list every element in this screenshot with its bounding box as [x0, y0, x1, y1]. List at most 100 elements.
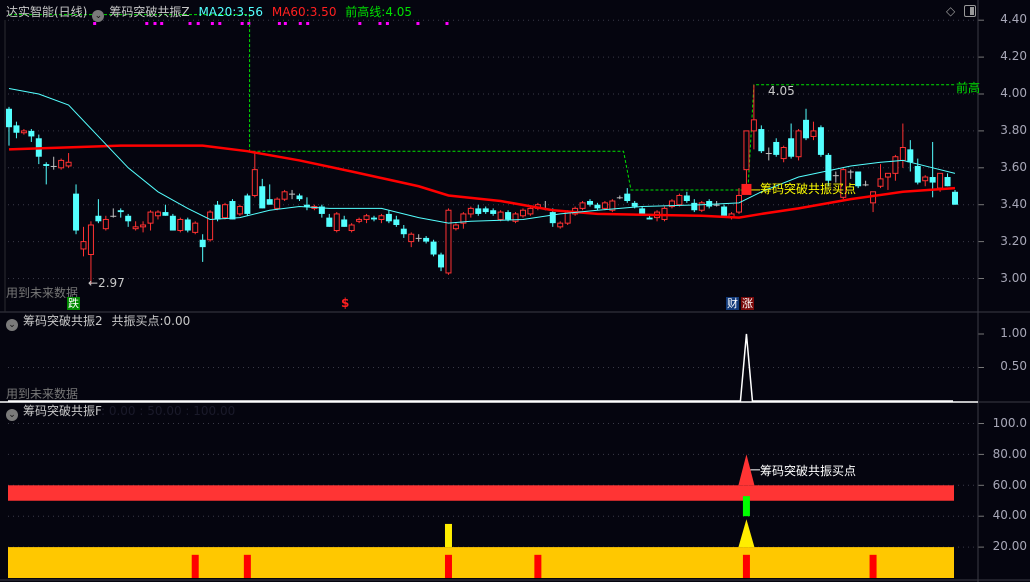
candle [616, 195, 623, 200]
candle-body [169, 215, 176, 231]
candle [65, 153, 72, 168]
indicator-name[interactable]: 筹码突破共振Z [109, 5, 189, 19]
ma20-value: 3.56 [236, 5, 264, 19]
candle-body [87, 224, 94, 256]
candle [646, 215, 653, 220]
candle [318, 204, 325, 218]
panel2-value: 0.00 [163, 314, 191, 328]
kline-chart-canvas[interactable] [0, 0, 1030, 582]
panel-toggle-icon[interactable] [964, 5, 976, 17]
yellow-spike [738, 519, 755, 548]
fall-marker[interactable]: 跌 [67, 297, 80, 310]
finance-marker[interactable]: 财 [726, 297, 739, 310]
candle [274, 197, 281, 211]
axis-label: 20.00 [992, 539, 1027, 553]
candle-body [423, 237, 430, 242]
candle-body [780, 147, 787, 160]
candle [415, 234, 422, 242]
candle-body [765, 153, 772, 155]
candle-body [601, 202, 608, 209]
candle-body [631, 202, 638, 207]
candle-body [415, 237, 422, 239]
candle-body [855, 171, 862, 187]
candle [594, 202, 601, 211]
candle-body [467, 207, 474, 215]
candle-body [594, 204, 601, 209]
ma60-label: MA60: [271, 5, 310, 19]
candle [952, 189, 958, 205]
high-price-annotation: 4.05 [768, 84, 795, 98]
candle-body [795, 130, 802, 158]
yellow-bar [444, 523, 452, 548]
candle-body [624, 193, 631, 202]
candle-body [393, 219, 400, 225]
panel3-buy-signal-label: 筹码突破共振买点 [760, 464, 857, 478]
candle [333, 212, 340, 233]
candle [624, 188, 631, 203]
candle [251, 153, 258, 198]
candle-body [281, 191, 288, 200]
candle-body [326, 217, 333, 227]
candle-body [177, 218, 184, 232]
candle-body [348, 224, 355, 232]
candle-body [207, 211, 214, 241]
rise-marker[interactable]: 涨 [741, 297, 754, 310]
candle [378, 213, 385, 224]
red-bar [869, 554, 877, 578]
candle-body [363, 215, 370, 220]
candle-body [452, 224, 459, 230]
candle-body [192, 222, 199, 233]
candle-body [43, 164, 50, 166]
candle-body [527, 207, 534, 215]
candle [177, 217, 184, 233]
dollar-marker[interactable]: $ [341, 296, 349, 310]
stock-title: 达实智能(日线) [6, 5, 88, 19]
candle-body [400, 228, 407, 235]
candle [803, 108, 810, 141]
yellow-band [8, 547, 954, 578]
candle [758, 125, 765, 154]
diamond-icon[interactable]: ◇ [946, 4, 955, 18]
candle [609, 199, 616, 213]
candle-body [430, 241, 437, 255]
panel3-indicator-name[interactable]: 筹码突破共振F [23, 404, 101, 418]
candle [6, 106, 12, 146]
candle [43, 162, 50, 185]
candle-body [892, 156, 899, 174]
candle-body [698, 202, 705, 211]
candle [855, 171, 862, 189]
panel2-value-label: 共振买点: [111, 314, 164, 328]
candle-body [750, 119, 757, 132]
panel2-indicator-name[interactable]: 筹码突破共振2 [23, 314, 103, 328]
candle-body [236, 206, 243, 215]
candle-body [333, 213, 340, 232]
indicator-dropdown-icon[interactable]: ⌄ [6, 409, 18, 421]
candle [765, 147, 772, 161]
candle [110, 208, 117, 218]
candle [445, 208, 452, 275]
panel3-hidden-values: : 0.00 : 50.00 : 100.00 [100, 404, 236, 418]
candle [229, 199, 236, 220]
top-signal-dot [306, 22, 310, 25]
top-signal-dot [378, 22, 382, 25]
top-signal-dot [93, 22, 97, 25]
candle [341, 215, 348, 227]
main-price-panel [6, 14, 958, 285]
candle [579, 201, 586, 211]
candle [162, 204, 169, 216]
candle-body [646, 217, 653, 220]
low-price-annotation: ←2.97 [88, 276, 125, 290]
prev-high-tag: 前高 [956, 81, 981, 95]
candle-body [199, 239, 206, 248]
candle-body [147, 211, 154, 224]
indicator-dropdown-icon[interactable]: ⌄ [6, 319, 18, 331]
candle-body [899, 147, 906, 161]
axis-label: 40.00 [992, 508, 1027, 522]
axis-label: 80.00 [992, 447, 1027, 461]
candle [73, 184, 80, 235]
candle [214, 201, 221, 222]
candle [207, 210, 214, 242]
axis-label: 3.00 [1000, 270, 1027, 285]
candle-body [154, 211, 161, 217]
candle [169, 213, 176, 231]
